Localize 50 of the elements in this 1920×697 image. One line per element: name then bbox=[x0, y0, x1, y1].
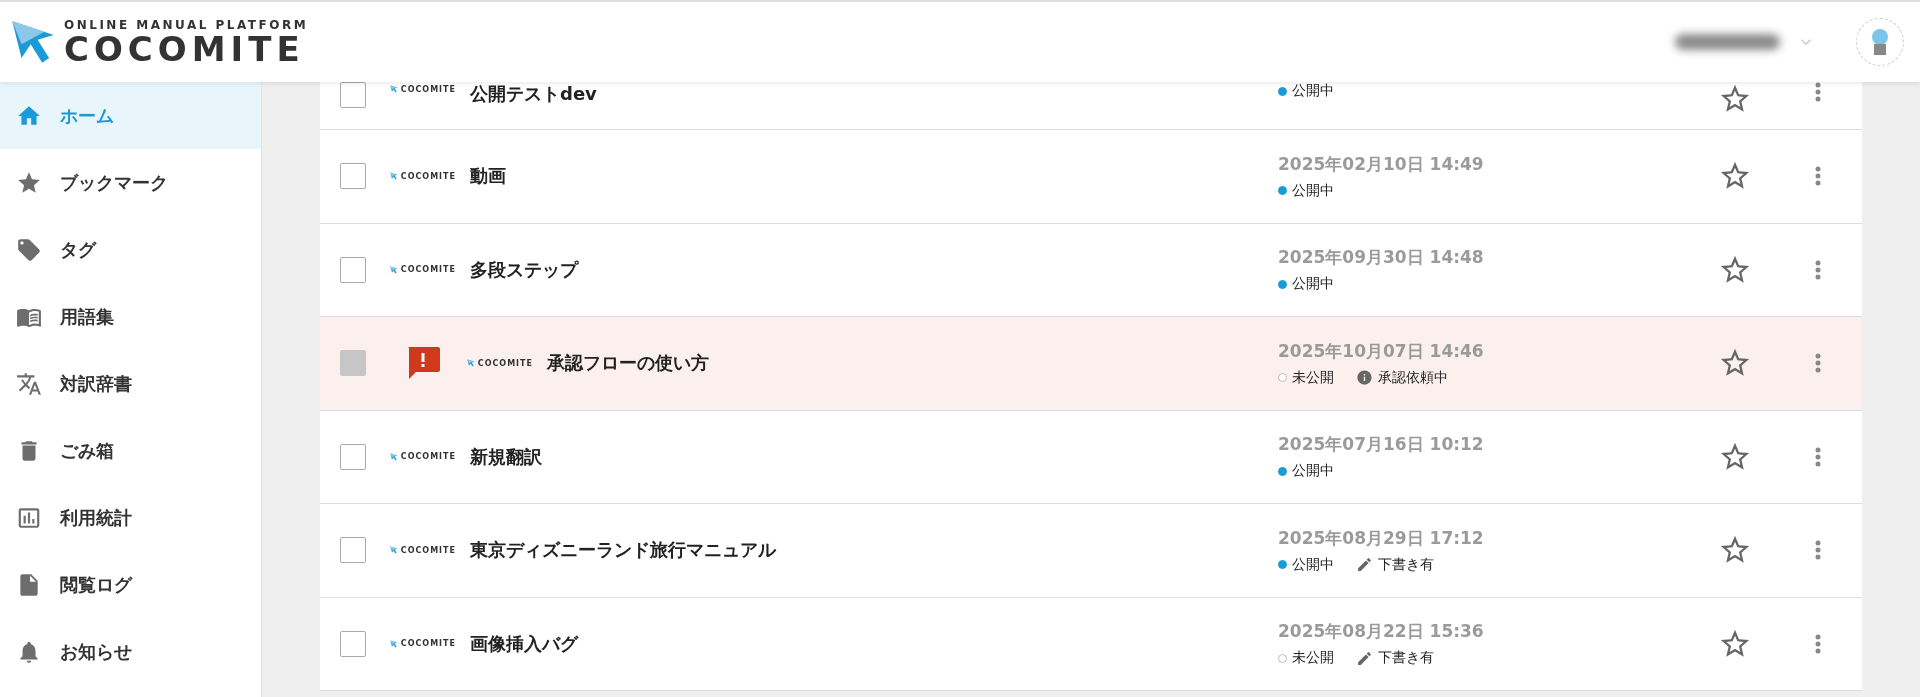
status-label: 公開中 bbox=[1292, 555, 1334, 574]
updated-date: 2025年07月16日 10:12 bbox=[1278, 433, 1485, 457]
manual-title[interactable]: 画像挿入バグ bbox=[470, 631, 1278, 656]
logo-tagline: ONLINE MANUAL PLATFORM bbox=[64, 18, 309, 32]
updated-date: 2025年08月29日 17:12 bbox=[1278, 526, 1485, 550]
manual-title[interactable]: 動画 bbox=[470, 164, 1278, 189]
manual-logo-text: COCOMITE bbox=[400, 639, 456, 649]
manual-title[interactable]: 新規翻訳 bbox=[470, 444, 1278, 469]
pencil-icon bbox=[1356, 649, 1373, 667]
status-label: 公開中 bbox=[1292, 181, 1334, 200]
manual-title[interactable]: 東京ディズニーランド旅行マニュアル bbox=[470, 538, 1278, 563]
updated-date: 2025年10月07日 14:46 bbox=[1278, 339, 1485, 363]
row-checkbox[interactable] bbox=[340, 256, 366, 283]
tag-icon bbox=[16, 236, 42, 263]
more-vert-icon bbox=[1815, 633, 1821, 654]
manual-logo-text: COCOMITE bbox=[400, 265, 456, 275]
more-vert-icon bbox=[1815, 353, 1821, 374]
manual-row[interactable]: COCOMITE 公開テストdev 公開中 bbox=[320, 82, 1862, 130]
pencil-icon bbox=[1356, 556, 1373, 574]
manual-logo-text: COCOMITE bbox=[400, 452, 456, 462]
manual-logo-text: COCOMITE bbox=[400, 84, 456, 94]
row-checkbox[interactable] bbox=[340, 443, 366, 470]
row-checkbox[interactable] bbox=[340, 630, 366, 657]
manual-logo-text: COCOMITE bbox=[400, 545, 456, 555]
status-label: 公開中 bbox=[1292, 462, 1334, 481]
more-vert-icon bbox=[1815, 259, 1821, 280]
manual-title[interactable]: 多段ステップ bbox=[470, 257, 1278, 282]
row-checkbox[interactable] bbox=[340, 82, 366, 108]
row-checkbox[interactable] bbox=[340, 537, 366, 564]
status-label: 未公開 bbox=[1292, 649, 1334, 668]
updated-date: 2025年02月10日 14:49 bbox=[1278, 152, 1485, 176]
row-checkbox[interactable] bbox=[340, 163, 366, 190]
more-vert-icon bbox=[1815, 166, 1821, 187]
status-label: 公開中 bbox=[1292, 275, 1334, 294]
status-label: 未公開 bbox=[1292, 368, 1334, 387]
manual-logo-text: COCOMITE bbox=[477, 358, 533, 368]
logo-wordmark: COCOMITE bbox=[64, 32, 306, 66]
more-vert-icon bbox=[1815, 82, 1821, 102]
draft-label: 下書き有 bbox=[1378, 555, 1434, 574]
status-label: 公開中 bbox=[1292, 82, 1334, 100]
manual-logo-text: COCOMITE bbox=[400, 171, 456, 181]
translate-icon bbox=[16, 370, 42, 397]
more-vert-icon bbox=[1815, 446, 1821, 467]
updated-date: 2025年08月22日 15:36 bbox=[1278, 620, 1485, 644]
more-vert-icon bbox=[1815, 540, 1821, 561]
manual-title[interactable]: 公開テストdev bbox=[470, 82, 1278, 106]
approval-label: 承認依頼中 bbox=[1378, 368, 1448, 387]
info-icon bbox=[1356, 369, 1373, 387]
updated-date: 2025年09月30日 14:48 bbox=[1278, 246, 1485, 270]
draft-label: 下書き有 bbox=[1378, 649, 1434, 668]
